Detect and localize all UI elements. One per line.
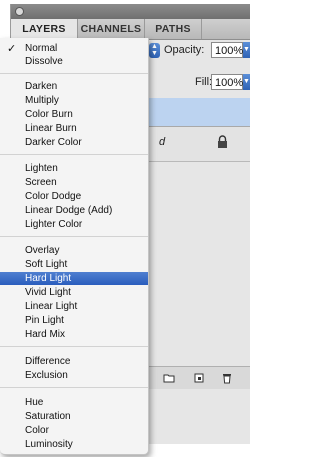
menu-item-exclusion[interactable]: Exclusion xyxy=(0,369,148,382)
menu-item-lighter-color[interactable]: Lighter Color xyxy=(0,218,148,231)
menu-item-pin-light[interactable]: Pin Light xyxy=(0,314,148,327)
menu-item-screen[interactable]: Screen xyxy=(0,176,148,189)
menu-separator xyxy=(0,387,148,388)
menu-item-dissolve[interactable]: Dissolve xyxy=(0,55,148,68)
menu-separator xyxy=(0,346,148,347)
menu-separator xyxy=(0,154,148,155)
menu-item-hard-mix[interactable]: Hard Mix xyxy=(0,328,148,341)
menu-item-darken[interactable]: Darken xyxy=(0,80,148,93)
menu-item-multiply[interactable]: Multiply xyxy=(0,94,148,107)
menu-item-soft-light[interactable]: Soft Light xyxy=(0,258,148,271)
trash-icon[interactable] xyxy=(221,372,233,384)
menu-item-luminosity[interactable]: Luminosity xyxy=(0,438,148,451)
menu-item-saturation[interactable]: Saturation xyxy=(0,410,148,423)
menu-item-overlay[interactable]: Overlay xyxy=(0,244,148,257)
menu-separator xyxy=(0,73,148,74)
menu-item-linear-burn[interactable]: Linear Burn xyxy=(0,122,148,135)
new-group-icon[interactable] xyxy=(163,372,175,384)
menu-item-darker-color[interactable]: Darker Color xyxy=(0,136,148,149)
opacity-field[interactable]: 100% xyxy=(211,42,243,58)
close-icon[interactable] xyxy=(15,7,24,16)
tab-paths[interactable]: PATHS xyxy=(145,19,202,39)
menu-item-color-burn[interactable]: Color Burn xyxy=(0,108,148,121)
menu-item-linear-light[interactable]: Linear Light xyxy=(0,300,148,313)
fill-field[interactable]: 100% xyxy=(211,74,243,90)
lock-icon xyxy=(218,135,227,148)
tab-layers[interactable]: LAYERS xyxy=(11,19,78,40)
menu-item-color[interactable]: Color xyxy=(0,424,148,437)
panel-tabbar: LAYERS CHANNELS PATHS xyxy=(11,19,250,40)
menu-item-normal[interactable]: ✓ Normal xyxy=(0,42,148,55)
fill-dropdown-icon[interactable]: ▼ xyxy=(243,74,250,90)
menu-item-vivid-light[interactable]: Vivid Light xyxy=(0,286,148,299)
menu-item-linear-dodge[interactable]: Linear Dodge (Add) xyxy=(0,204,148,217)
menu-item-color-dodge[interactable]: Color Dodge xyxy=(0,190,148,203)
menu-item-difference[interactable]: Difference xyxy=(0,355,148,368)
panel-titlebar xyxy=(11,4,250,19)
opacity-label: Opacity: xyxy=(164,44,205,56)
menu-item-hue[interactable]: Hue xyxy=(0,396,148,409)
fill-label: Fill: xyxy=(195,76,213,88)
layer-name-fragment: d xyxy=(159,136,166,148)
blend-mode-stepper-icon[interactable]: ▲ ▼ xyxy=(149,43,160,58)
tab-channels[interactable]: CHANNELS xyxy=(78,19,145,39)
menu-separator xyxy=(0,236,148,237)
menu-item-lighten[interactable]: Lighten xyxy=(0,162,148,175)
blend-mode-menu: ✓ Normal Dissolve Darken Multiply Color B… xyxy=(0,38,149,455)
opacity-dropdown-icon[interactable]: ▼ xyxy=(243,42,250,58)
new-layer-icon[interactable] xyxy=(193,372,205,384)
menu-item-hard-light[interactable]: Hard Light xyxy=(0,272,148,285)
